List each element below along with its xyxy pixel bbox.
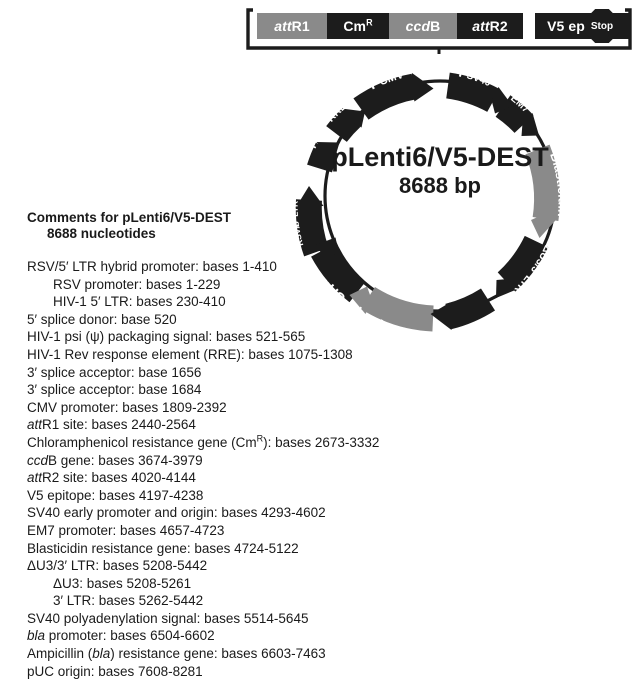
cmr-base: Cm xyxy=(343,18,367,34)
plasmid-name: pLenti6/V5-DEST xyxy=(331,142,549,172)
comment-entry: attR2 site: bases 4020-4144 xyxy=(27,470,196,486)
comments-heading: Comments for pLenti6/V5-DEST 8688 nucleo… xyxy=(27,210,407,242)
comment-entry: 3′ splice acceptor: base 1684 xyxy=(27,382,202,398)
cassette-box-attr1: attR1 xyxy=(257,13,327,39)
stop-label: Stop xyxy=(590,20,614,32)
plasmid-center-title: pLenti6/V5-DEST 8688 bp xyxy=(325,142,555,198)
attr1-rest: R1 xyxy=(291,18,310,34)
comment-entry: attR1 site: bases 2440-2564 xyxy=(27,417,196,433)
comment-entry: EM7 promoter: bases 4657-4723 xyxy=(27,522,225,538)
comment-entry: CMV promoter: bases 1809-2392 xyxy=(27,399,227,415)
comment-entry: 5′ splice donor: base 520 xyxy=(27,311,177,327)
comments-heading-line1: Comments for pLenti6/V5-DEST xyxy=(27,210,232,225)
comment-italic-term: ccd xyxy=(27,452,49,468)
comment-entry: Chloramphenicol resistance gene (CmR): b… xyxy=(27,433,380,450)
attr2-rest: R2 xyxy=(489,18,508,34)
comment-italic-term: att xyxy=(27,470,43,486)
comment-entry: bla promoter: bases 6504-6602 xyxy=(27,628,215,644)
comment-entry: 3′ LTR: bases 5262-5442 xyxy=(53,593,204,609)
comment-entry: SV40 early promoter and origin: bases 42… xyxy=(27,505,326,521)
attr1-italic: att xyxy=(274,18,292,34)
comments-list: RSV/5′ LTR hybrid promoter: bases 1-410 R… xyxy=(27,258,407,680)
comment-entry: Blasticidin resistance gene: bases 4724-… xyxy=(27,540,299,556)
comment-entry: ccdB gene: bases 3674-3979 xyxy=(27,452,203,468)
comment-italic-term: att xyxy=(27,417,43,433)
comment-entry: ΔU3/3′ LTR: bases 5208-5442 xyxy=(27,558,208,574)
comment-italic-term: bla xyxy=(27,628,46,644)
comment-entry: HIV-1 Rev response element (RRE): bases … xyxy=(27,346,353,362)
comment-entry: RSV promoter: bases 1-229 xyxy=(53,276,221,292)
plasmid-map-figure: attR1 CmR ccdB attR2 V5 epitope Stop P R… xyxy=(0,0,638,690)
comment-entry: 3′ splice acceptor: base 1656 xyxy=(27,364,202,380)
feature-arc-sv40-pa xyxy=(445,288,496,330)
comment-entry: HIV-1 psi (ψ) packaging signal: bases 52… xyxy=(27,329,306,345)
comment-entry: RSV/5′ LTR hybrid promoter: bases 1-410 xyxy=(27,259,277,274)
comments-heading-line2: 8688 nucleotides xyxy=(47,226,156,241)
comment-entry: Ampicillin (bla) resistance gene: bases … xyxy=(27,646,326,662)
comment-entry: SV40 polyadenylation signal: bases 5514-… xyxy=(27,610,309,626)
comment-entry: pUC origin: bases 7608-8281 xyxy=(27,663,203,679)
plasmid-size: 8688 bp xyxy=(399,172,481,198)
ccdb-rest: B xyxy=(430,18,441,34)
cmr-sup: R xyxy=(366,17,373,28)
cassette-box-cmr: CmR xyxy=(327,13,389,39)
attr2-italic: att xyxy=(472,18,490,34)
comment-entry: V5 epitope: bases 4197-4238 xyxy=(27,487,204,503)
comments-section: Comments for pLenti6/V5-DEST 8688 nucleo… xyxy=(27,210,407,680)
ccdb-italic: ccd xyxy=(405,18,431,34)
cassette-box-attr2: attR2 xyxy=(457,13,523,39)
expression-cassette-diagram: attR1 CmR ccdB attR2 V5 epitope Stop xyxy=(245,4,633,54)
feature-arc-pcmv xyxy=(353,73,417,120)
cassette-box-ccdb: ccdB xyxy=(389,13,457,39)
comment-entry: HIV-1 5′ LTR: bases 230-410 xyxy=(53,294,226,310)
feature-arc-rre xyxy=(326,107,361,143)
comment-entry: ΔU3: bases 5208-5261 xyxy=(53,575,192,591)
